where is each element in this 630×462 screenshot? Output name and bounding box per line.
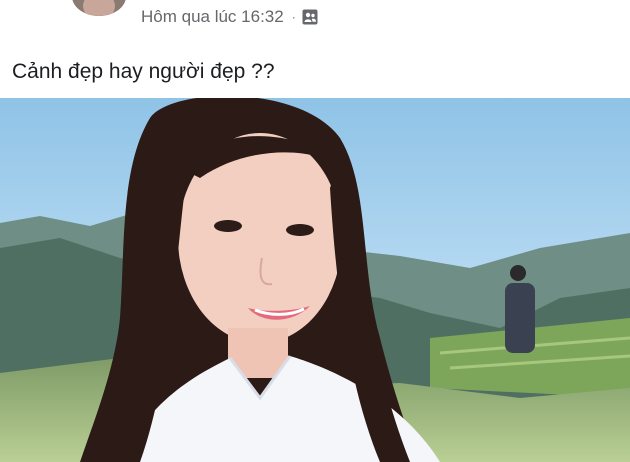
facebook-post: Hôm qua lúc 16:32 · Cảnh đẹp hay người đ…	[0, 0, 630, 462]
post-meta: Hôm qua lúc 16:32 ·	[141, 6, 318, 28]
group-audience-icon[interactable]	[302, 9, 318, 25]
post-timestamp[interactable]: Hôm qua lúc 16:32	[141, 7, 284, 27]
post-caption: Cảnh đẹp hay người đẹp ??	[12, 60, 275, 83]
selfie-landscape-photo[interactable]	[0, 98, 630, 462]
meta-separator: ·	[291, 10, 296, 24]
avatar[interactable]	[72, 0, 126, 16]
